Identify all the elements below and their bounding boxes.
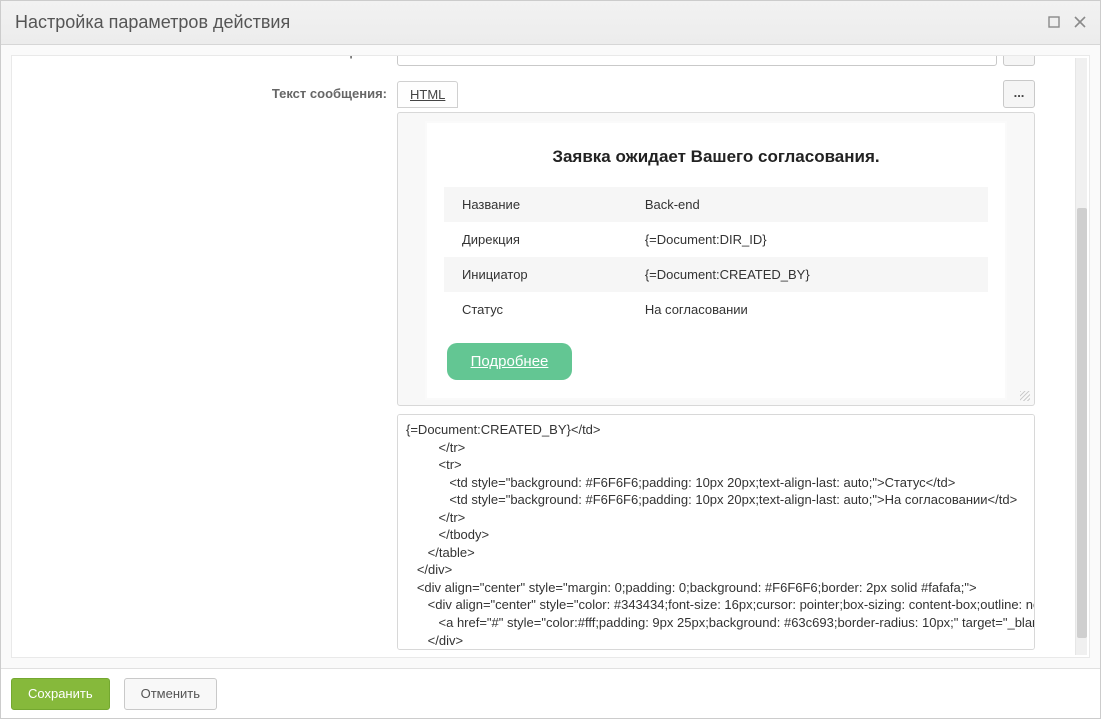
dialog-footer: Сохранить Отменить	[1, 668, 1100, 718]
dialog-window: Настройка параметров действия Тема сообщ…	[0, 0, 1101, 719]
preview-more-wrap: Подробнее	[447, 343, 1006, 380]
table-row: Инициатор {=Document:CREATED_BY}	[444, 257, 988, 292]
preview-cell-label: Инициатор	[444, 257, 627, 292]
table-row: Дирекция {=Document:DIR_ID}	[444, 222, 988, 257]
dialog-body: Тема сообщения: ... Текст сообщения: HTM…	[1, 45, 1100, 718]
table-row: Статус На согласовании	[444, 292, 988, 327]
message-picker-button[interactable]: ...	[1003, 80, 1035, 108]
editor-tabs-line: HTML ...	[397, 80, 1035, 108]
form-panel: Тема сообщения: ... Текст сообщения: HTM…	[11, 55, 1090, 658]
resize-handle-icon[interactable]	[1020, 391, 1030, 401]
email-preview-title: Заявка ожидает Вашего согласования.	[427, 123, 1006, 187]
preview-cell-value: На согласовании	[627, 292, 988, 327]
save-button[interactable]: Сохранить	[11, 678, 110, 710]
subject-picker-button[interactable]: ...	[1003, 56, 1035, 66]
row-subject: Тема сообщения: ...	[12, 56, 1073, 66]
row-message-text: Текст сообщения: HTML ... Заявка ожидает…	[12, 80, 1073, 650]
email-preview-table: Название Back-end Дирекция {=Document:DI…	[444, 187, 988, 327]
dialog-title: Настройка параметров действия	[15, 12, 290, 33]
window-controls	[1048, 15, 1086, 31]
label-message-text: Текст сообщения:	[12, 80, 397, 101]
email-preview: Заявка ожидает Вашего согласования. Назв…	[425, 121, 1008, 400]
tab-html[interactable]: HTML	[397, 81, 458, 108]
vertical-scrollbar[interactable]	[1075, 58, 1087, 655]
close-icon[interactable]	[1074, 15, 1086, 31]
table-row: Название Back-end	[444, 187, 988, 222]
more-button[interactable]: Подробнее	[447, 343, 573, 380]
cancel-button[interactable]: Отменить	[124, 678, 217, 710]
titlebar: Настройка параметров действия	[1, 1, 1100, 45]
preview-cell-value: {=Document:CREATED_BY}	[627, 257, 988, 292]
preview-cell-value: Back-end	[627, 187, 988, 222]
preview-cell-label: Дирекция	[444, 222, 627, 257]
preview-cell-label: Название	[444, 187, 627, 222]
scrollbar-thumb[interactable]	[1077, 208, 1087, 638]
label-subject: Тема сообщения:	[12, 56, 397, 59]
preview-cell-value: {=Document:DIR_ID}	[627, 222, 988, 257]
html-preview-pane: Заявка ожидает Вашего согласования. Назв…	[397, 112, 1035, 406]
subject-input[interactable]	[397, 56, 997, 66]
maximize-icon[interactable]	[1048, 15, 1060, 31]
html-source-textarea[interactable]	[397, 414, 1035, 650]
form-scroll-wrap: Тема сообщения: ... Текст сообщения: HTM…	[1, 45, 1100, 668]
preview-cell-label: Статус	[444, 292, 627, 327]
form-scroll-region: Тема сообщения: ... Текст сообщения: HTM…	[12, 56, 1073, 657]
